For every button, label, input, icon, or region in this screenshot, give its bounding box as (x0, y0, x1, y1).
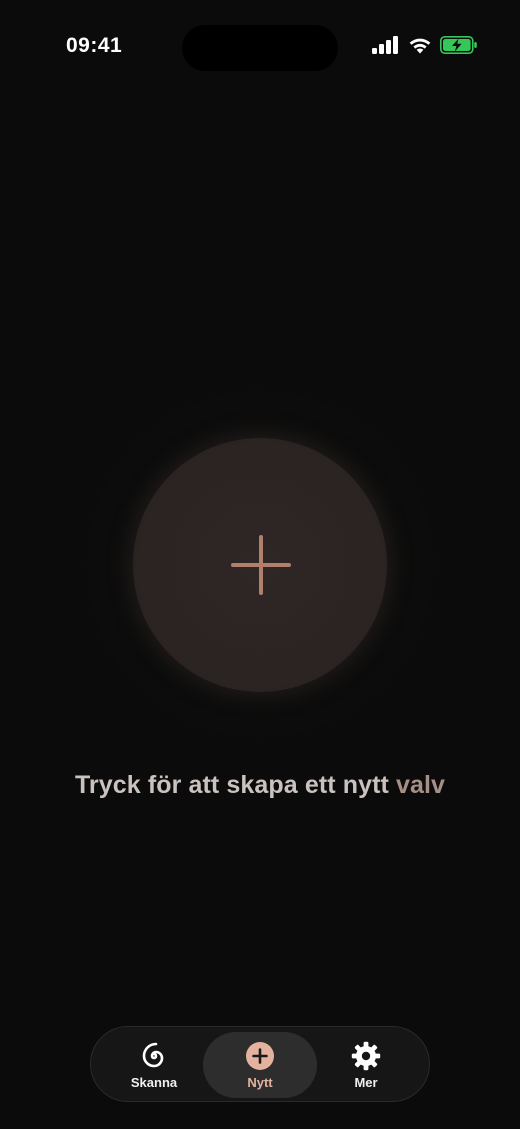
create-vault-hint: Tryck för att skapa ett nytt valv (0, 771, 520, 800)
signal-icon (372, 36, 400, 54)
plus-icon (231, 535, 291, 595)
spiral-icon (139, 1041, 169, 1071)
tab-nytt[interactable]: Nytt (203, 1032, 317, 1098)
wifi-icon (408, 36, 432, 54)
tab-label-nytt: Nytt (247, 1074, 273, 1090)
hint-text-main: Tryck för att skapa ett nytt (74, 771, 396, 799)
status-icons (372, 36, 478, 54)
tab-label-mer: Mer (354, 1074, 378, 1090)
battery-charging-icon (440, 36, 478, 54)
tab-mer[interactable]: Mer (309, 1032, 423, 1098)
gear-icon (351, 1041, 381, 1071)
create-vault-button[interactable] (133, 438, 387, 692)
tab-bar: Skanna Nytt Mer (90, 1026, 430, 1102)
status-time: 09:41 (66, 34, 123, 57)
status-bar: 09:41 (0, 0, 520, 96)
hint-text-accent: valv (396, 771, 446, 799)
dynamic-island (182, 25, 338, 71)
tab-label-skanna: Skanna (130, 1074, 178, 1090)
tab-skanna[interactable]: Skanna (97, 1032, 211, 1098)
plus-circle-icon (245, 1041, 275, 1071)
